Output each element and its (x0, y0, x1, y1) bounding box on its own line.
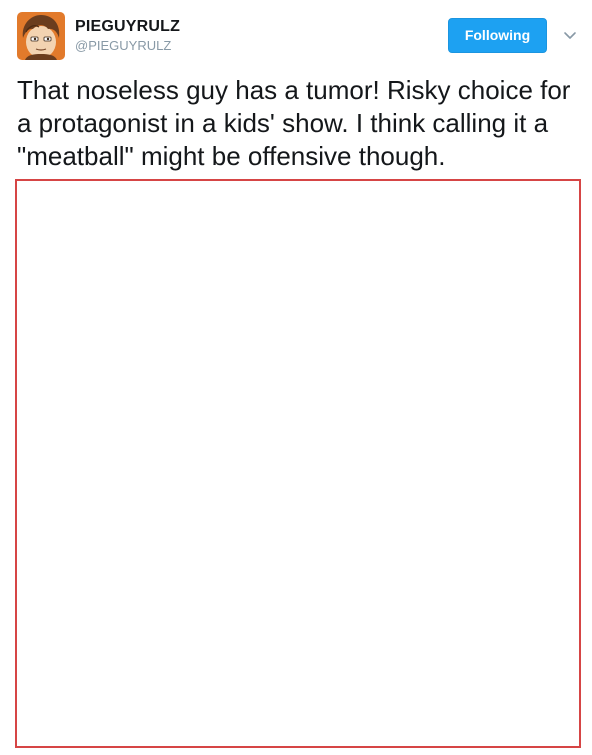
cartoon-avatar-icon (17, 12, 65, 60)
following-button[interactable]: Following (448, 18, 547, 53)
chevron-down-icon[interactable] (562, 28, 578, 40)
display-name[interactable]: PIEGUYRULZ (75, 18, 180, 36)
tweet-header: PIEGUYRULZ @PIEGUYRULZ Following (17, 12, 582, 64)
user-handle[interactable]: @PIEGUYRULZ (75, 38, 180, 54)
user-info: PIEGUYRULZ @PIEGUYRULZ (75, 18, 180, 54)
tweet-card: PIEGUYRULZ @PIEGUYRULZ Following That no… (0, 0, 592, 755)
tweet-media[interactable] (15, 179, 581, 748)
avatar[interactable] (17, 12, 65, 60)
tweet-text: That noseless guy has a tumor! Risky cho… (17, 75, 571, 171)
